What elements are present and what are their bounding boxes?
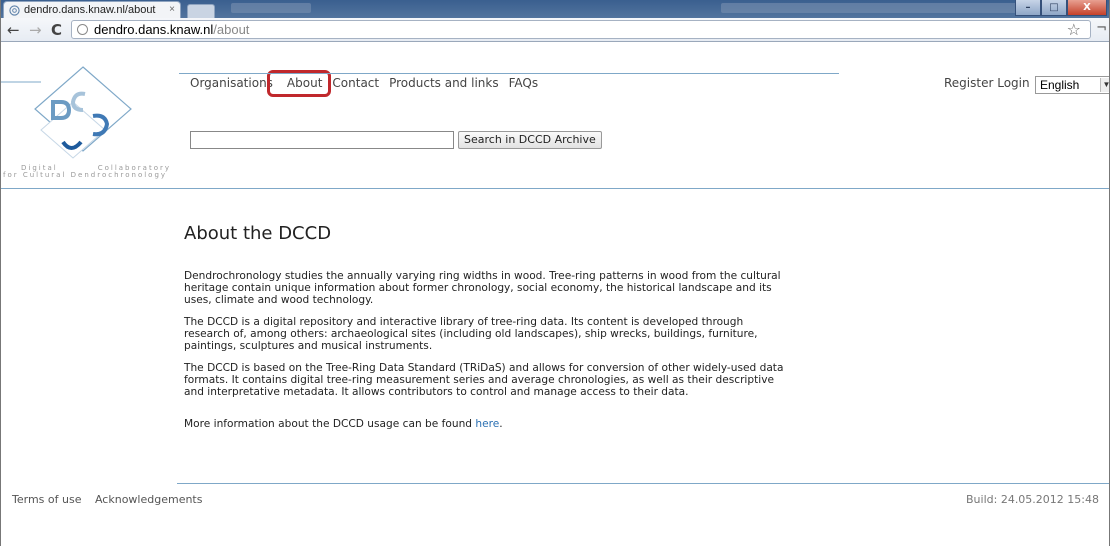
browser-window: dendro.dans.knaw.nl/about × – □ X ← → C …: [0, 0, 1110, 546]
blurred-background: [231, 3, 311, 13]
new-tab-button[interactable]: [187, 4, 215, 19]
blurred-background: [721, 3, 1061, 13]
footer-links: Terms of use Acknowledgements: [12, 493, 212, 506]
language-select[interactable]: English ▼: [1035, 76, 1109, 94]
browser-toolbar: ← → C dendro.dans.knaw.nl/about ☆ ¬: [1, 18, 1109, 42]
repository-paragraph: The DCCD is a digital repository and int…: [184, 316, 758, 352]
header-divider: [1, 188, 1109, 189]
footer-divider: [177, 483, 1109, 484]
nav-faqs-link[interactable]: FAQs: [509, 76, 539, 90]
more-info-end: .: [499, 418, 503, 430]
intro-paragraph: Dendrochronology studies the annually va…: [184, 270, 781, 306]
standard-paragraph: The DCCD is based on the Tree-Ring Data …: [184, 362, 784, 398]
archive-search-input[interactable]: [190, 131, 454, 149]
close-window-button[interactable]: X: [1067, 0, 1107, 16]
acknowledgements-link[interactable]: Acknowledgements: [95, 493, 203, 506]
about-highlight-box: [267, 70, 331, 97]
login-link[interactable]: Login: [997, 76, 1029, 90]
browser-tab[interactable]: dendro.dans.knaw.nl/about ×: [3, 1, 181, 18]
search-archive-button[interactable]: Search in DCCD Archive: [458, 131, 602, 149]
site-favicon-icon: [9, 5, 20, 16]
more-info-text: More information about the DCCD usage ca…: [184, 418, 473, 430]
forward-arrow-icon[interactable]: →: [29, 21, 42, 39]
main-navigation: Organisations About Contact Products and…: [190, 76, 548, 90]
tab-strip: dendro.dans.knaw.nl/about × – □ X: [1, 0, 1109, 19]
build-info: Build: 24.05.2012 15:48: [966, 493, 1099, 506]
nav-products-link[interactable]: Products and links: [389, 76, 499, 90]
register-link[interactable]: Register: [944, 76, 993, 90]
maximize-window-button[interactable]: □: [1041, 0, 1067, 16]
bookmark-star-icon[interactable]: ☆: [1067, 20, 1081, 39]
logo-tagline: Digital Collaboratory for Cultural Dendr…: [3, 165, 191, 179]
user-links: Register Login: [944, 76, 1030, 90]
wrench-menu-icon[interactable]: ¬: [1096, 21, 1107, 36]
logo-text-dendro: for Cultural Dendrochronology: [3, 171, 168, 179]
nav-contact-link[interactable]: Contact: [332, 76, 379, 90]
url-host: dendro.dans.knaw.nl: [94, 22, 214, 37]
back-arrow-icon[interactable]: ←: [7, 21, 20, 39]
reload-icon[interactable]: C: [51, 21, 62, 39]
window-controls: – □ X: [1015, 0, 1107, 18]
nav-divider: [179, 73, 839, 74]
page-icon: [77, 24, 88, 35]
more-info-paragraph: More information about the DCCD usage ca…: [184, 418, 784, 430]
url-path: /about: [213, 22, 250, 37]
tab-title: dendro.dans.knaw.nl/about: [24, 4, 156, 16]
terms-of-use-link[interactable]: Terms of use: [12, 493, 81, 506]
minimize-window-button[interactable]: –: [1015, 0, 1041, 16]
close-tab-icon[interactable]: ×: [169, 4, 175, 15]
address-bar[interactable]: dendro.dans.knaw.nl/about: [71, 20, 1091, 39]
main-content: About the DCCD Dendrochronology studies …: [184, 223, 784, 440]
nav-organisations-link[interactable]: Organisations: [190, 76, 273, 90]
language-value: English: [1040, 78, 1080, 92]
here-link[interactable]: here: [475, 418, 499, 430]
dropdown-arrow-icon: ▼: [1100, 78, 1109, 92]
page-title: About the DCCD: [184, 223, 332, 244]
